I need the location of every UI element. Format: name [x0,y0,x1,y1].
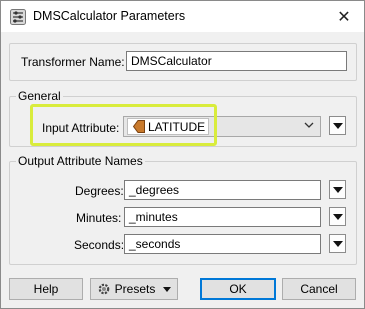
gear-icon [97,282,111,296]
triangle-down-icon [332,213,343,220]
triangle-down-icon [332,122,343,129]
close-icon: ✕ [337,8,351,26]
output-names-group: Output Attribute Names Degrees: _degrees… [9,154,357,265]
cancel-button[interactable]: Cancel [282,278,356,300]
triangle-down-icon [332,240,343,247]
chevron-down-icon [304,120,314,133]
input-attribute-menu-button[interactable] [329,116,346,135]
ok-button-label: OK [229,282,247,296]
triangle-down-icon [163,286,172,292]
minutes-label: Minutes: [76,211,122,225]
output-names-legend: Output Attribute Names [16,154,145,168]
help-button-label: Help [33,282,59,296]
close-button[interactable]: ✕ [324,1,364,32]
minutes-menu-button[interactable] [329,207,346,226]
degrees-menu-button[interactable] [329,180,346,199]
degrees-field[interactable]: _degrees [124,180,321,200]
transformer-name-field[interactable]: DMSCalculator [126,51,347,71]
title-bar: DMSCalculator Parameters ✕ [1,1,364,32]
highlight-box [30,104,217,146]
presets-button[interactable]: Presets [90,278,178,300]
ok-button[interactable]: OK [200,278,276,300]
help-button[interactable]: Help [9,278,83,300]
minutes-field[interactable]: _minutes [124,207,321,227]
degrees-label: Degrees: [75,184,124,198]
window-title: DMSCalculator Parameters [33,9,186,23]
seconds-field[interactable]: _seconds [124,234,321,254]
dialog-window: DMSCalculator Parameters ✕ Transformer N… [0,0,365,309]
triangle-down-icon [332,186,343,193]
seconds-menu-button[interactable] [329,234,346,253]
transformer-name-label: Transformer Name: [21,55,125,69]
fme-transformer-icon [10,9,26,25]
transformer-name-group: Transformer Name: DMSCalculator [9,43,357,81]
presets-button-label: Presets [114,282,156,296]
seconds-label: Seconds: [74,238,125,252]
cancel-button-label: Cancel [300,282,338,296]
general-legend: General [16,89,63,103]
